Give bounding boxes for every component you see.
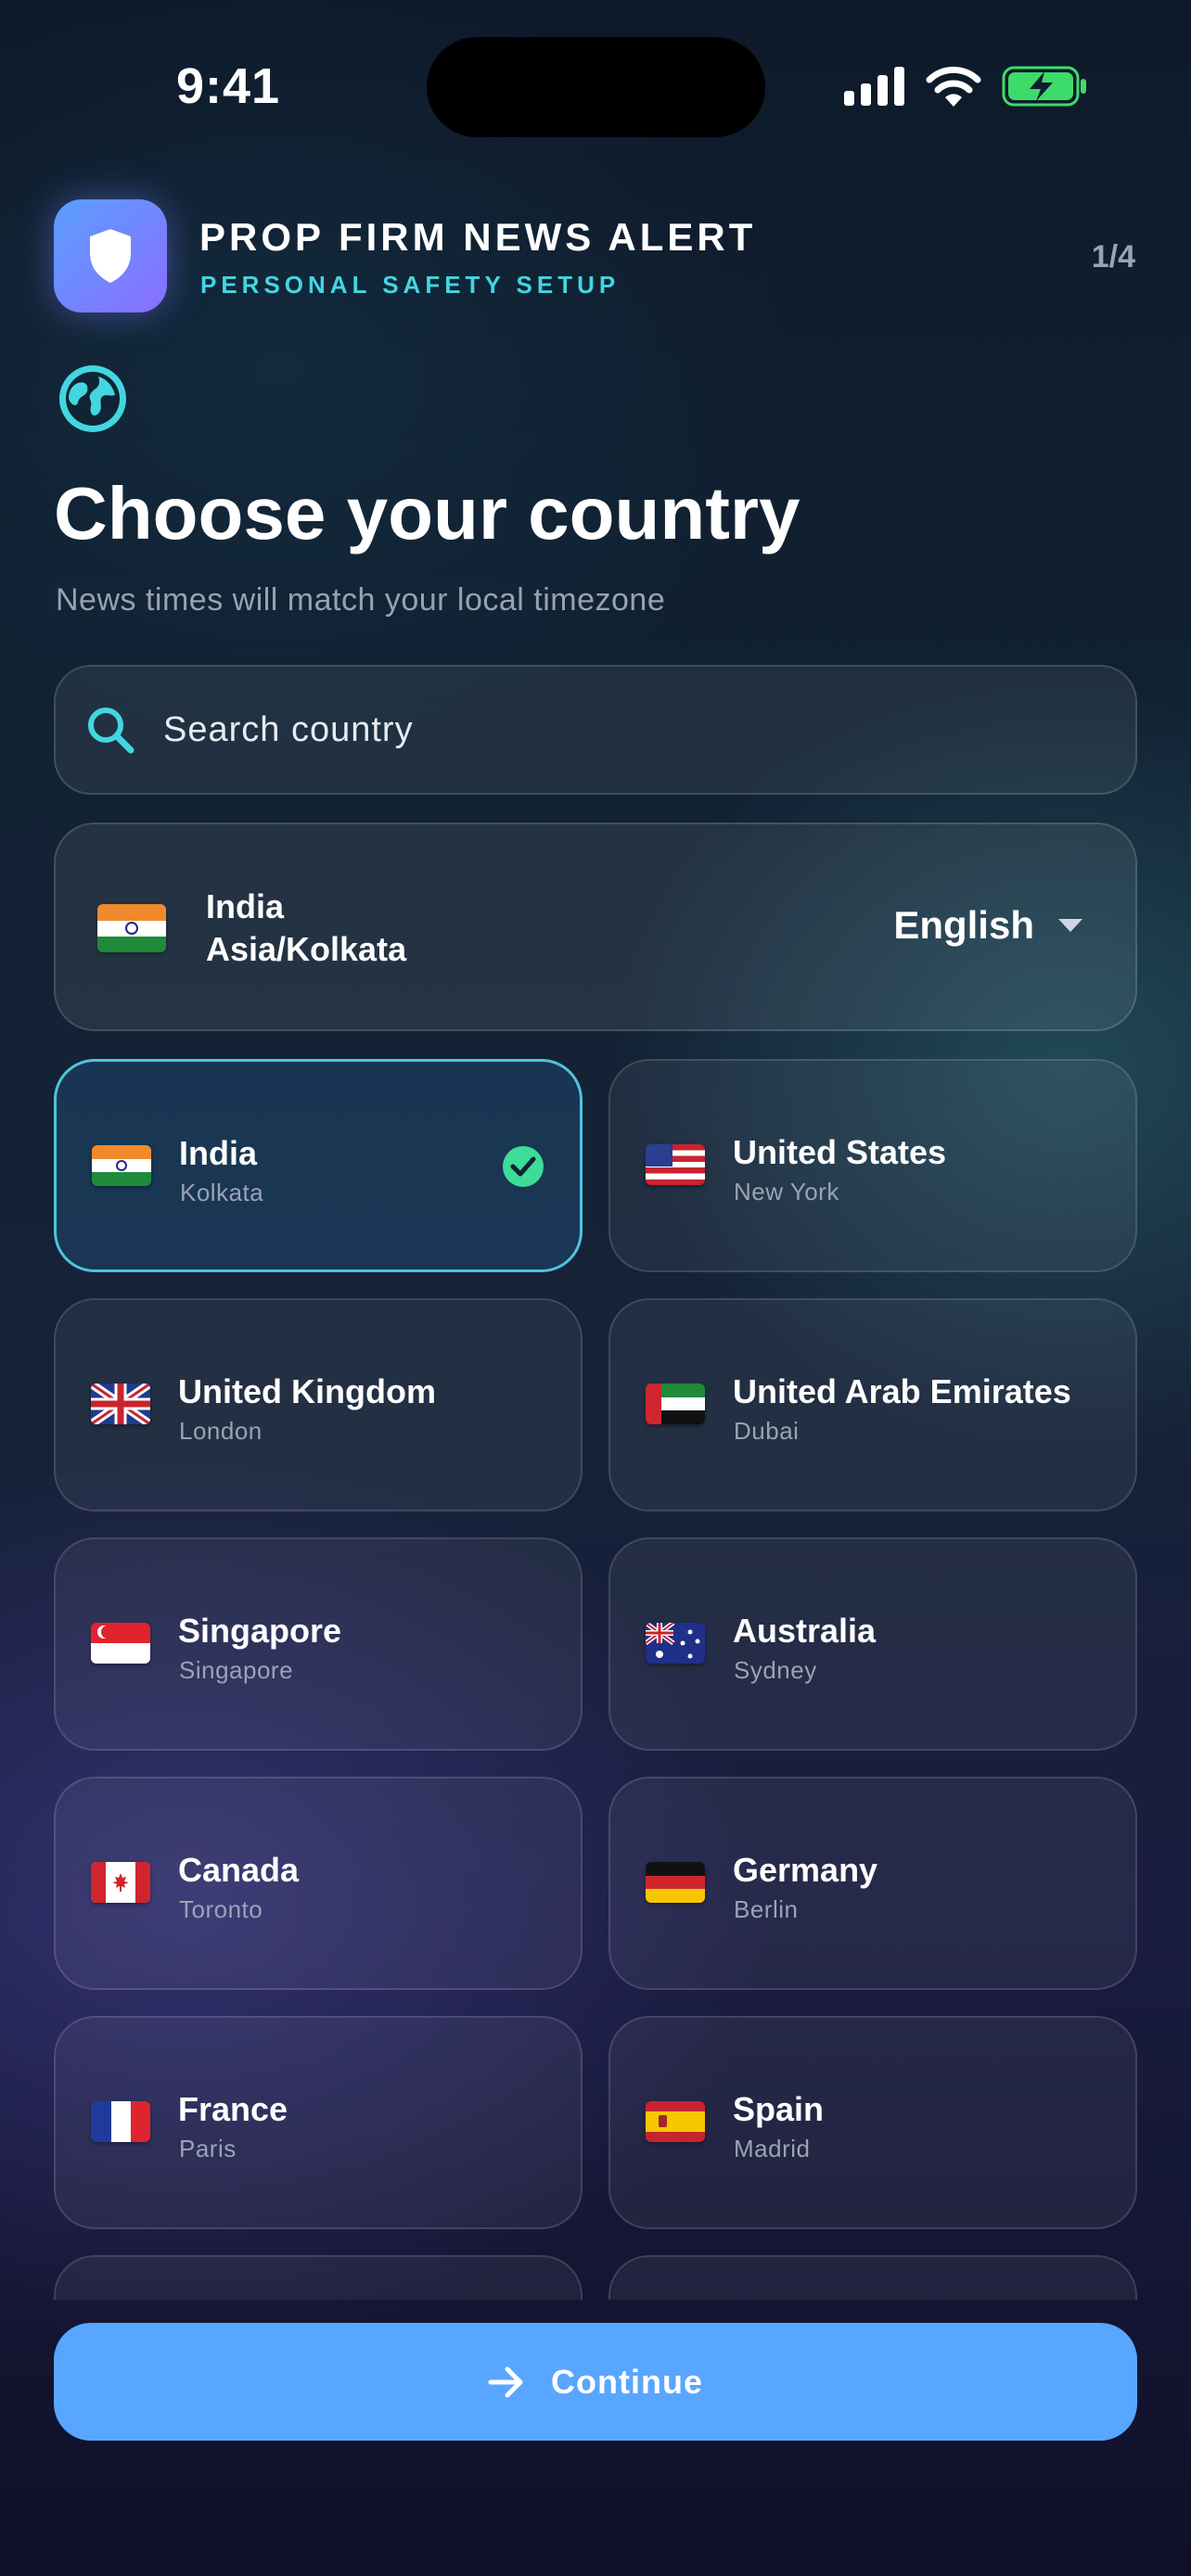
country-city: Paris (179, 2135, 237, 2162)
app-subtitle: PERSONAL SAFETY SETUP (200, 271, 621, 299)
country-name: Canada (178, 1851, 300, 1889)
country-name: Australia (733, 1612, 877, 1650)
country-card-canada[interactable]: Canada Toronto (54, 1777, 583, 1990)
dynamic-island (427, 37, 765, 137)
uk-flag-icon (91, 1384, 150, 1424)
page-title: Choose your country (54, 472, 800, 555)
country-name: Singapore (178, 1612, 342, 1650)
country-name: France (178, 2090, 288, 2128)
france-flag-icon (91, 2101, 150, 2142)
country-name: India (179, 1134, 258, 1172)
country-card-singapore[interactable]: Singapore Singapore (54, 1537, 583, 1751)
country-city: Toronto (179, 1895, 263, 1923)
country-name: United Arab Emirates (733, 1372, 1071, 1410)
country-name: Spain (733, 2090, 825, 2128)
selected-timezone: Asia/Kolkata (206, 930, 407, 968)
us-flag-icon (646, 1144, 705, 1185)
page-subtitle: News times will match your local timezon… (56, 582, 666, 618)
country-card-india[interactable]: India Kolkata (54, 1059, 583, 1272)
country-city: Berlin (734, 1895, 799, 1923)
country-card-germany[interactable]: Germany Berlin (608, 1777, 1137, 1990)
country-name: United Kingdom (178, 1372, 436, 1410)
country-card-france[interactable]: France Paris (54, 2016, 583, 2229)
country-city: Kolkata (180, 1179, 264, 1206)
spain-flag-icon (646, 2101, 705, 2142)
country-city: Madrid (734, 2135, 811, 2162)
country-grid[interactable]: India Kolkata United States New York Uni… (54, 1059, 1137, 2300)
country-card-united-kingdom[interactable]: United Kingdom London (54, 1298, 583, 1511)
country-card-uae[interactable]: United Arab Emirates Dubai (608, 1298, 1137, 1511)
step-indicator: 1/4 (1091, 239, 1135, 274)
country-city: London (179, 1417, 263, 1445)
globe-icon (59, 365, 126, 432)
language-value: English (893, 903, 1034, 947)
country-name: United States (733, 1133, 947, 1171)
arrow-right-icon (488, 2366, 523, 2397)
country-card-spain[interactable]: Spain Madrid (608, 2016, 1137, 2229)
country-card-partial[interactable] (608, 2255, 1137, 2300)
status-time: 9:41 (176, 58, 281, 114)
country-card-australia[interactable]: Australia Sydney (608, 1537, 1137, 1751)
germany-flag-icon (646, 1862, 705, 1903)
selected-country-summary: India Asia/Kolkata English (54, 823, 1137, 1031)
checkmark-circle-icon (503, 1146, 544, 1187)
shield-icon (90, 229, 131, 283)
india-flag-icon (97, 904, 166, 952)
status-icons (844, 63, 1087, 109)
signal-icon (844, 67, 904, 106)
country-city: Singapore (179, 1656, 294, 1684)
country-city: Dubai (734, 1417, 800, 1445)
search-icon (88, 708, 134, 754)
chevron-down-icon (1058, 919, 1082, 932)
battery-charging-icon (1002, 66, 1086, 107)
continue-label: Continue (551, 2362, 703, 2401)
search-bar[interactable] (54, 665, 1137, 795)
selected-country-name: India (206, 887, 285, 925)
india-flag-icon (92, 1145, 151, 1186)
app-title: PROP FIRM NEWS ALERT (199, 215, 757, 259)
wifi-icon (926, 66, 981, 107)
search-input[interactable] (163, 709, 998, 750)
continue-button[interactable]: Continue (54, 2323, 1137, 2441)
country-card-united-states[interactable]: United States New York (608, 1059, 1137, 1272)
country-name: Germany (733, 1851, 878, 1889)
country-city: New York (734, 1178, 839, 1205)
language-dropdown[interactable]: English (893, 903, 1084, 948)
app-logo (54, 199, 167, 312)
canada-flag-icon (91, 1862, 150, 1903)
uae-flag-icon (646, 1384, 705, 1424)
australia-flag-icon (646, 1623, 705, 1664)
singapore-flag-icon (91, 1623, 150, 1664)
country-card-partial[interactable] (54, 2255, 583, 2300)
country-city: Sydney (734, 1656, 817, 1684)
